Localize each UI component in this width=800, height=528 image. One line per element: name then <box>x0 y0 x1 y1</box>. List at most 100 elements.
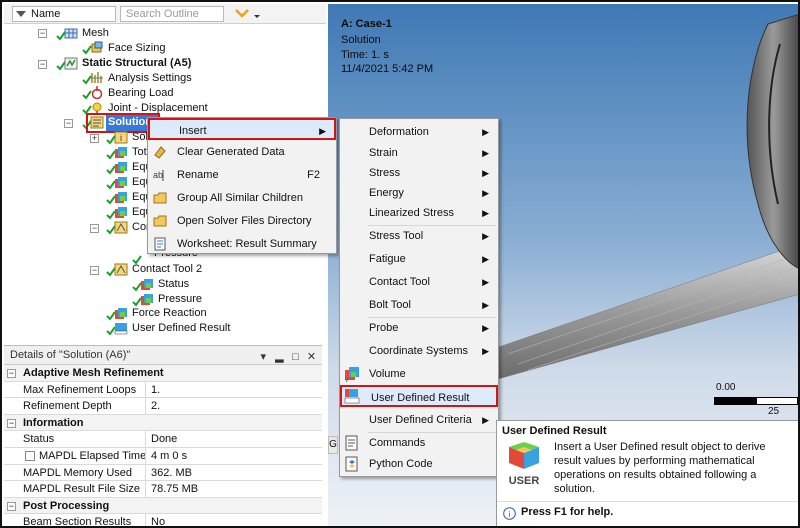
tree-node-contact-tool-2[interactable]: Contact Tool 2 <box>132 262 202 277</box>
submenu-arrow-icon: ▶ <box>482 346 489 356</box>
tooltip-user-defined-result: User Defined Result USER Insert a User D… <box>496 420 798 526</box>
contact-tool-icon <box>114 263 128 276</box>
property-row[interactable]: MAPDL Memory Used 362. MB <box>4 464 322 482</box>
collapse-section-icon[interactable]: − <box>7 501 16 511</box>
folder-icon <box>153 215 167 227</box>
hidden-tab-label[interactable]: G <box>328 436 338 454</box>
tree-node-pressure-2[interactable]: Pressure <box>158 292 202 307</box>
collapse-toggle-icon[interactable]: − <box>64 119 73 128</box>
tree-node-bearing-load[interactable]: Bearing Load <box>108 86 173 101</box>
property-value: 362. MB <box>151 466 192 479</box>
menu-item-rename[interactable]: ab Rename F2 <box>148 164 336 186</box>
collapse-toggle-icon[interactable]: − <box>90 266 99 275</box>
submenu-item-bolt-tool[interactable]: Bolt Tool ▶ <box>340 294 498 316</box>
property-row[interactable]: Beam Section Results No <box>4 514 322 526</box>
result-icon <box>141 279 153 290</box>
submenu-item-probe[interactable]: Probe ▶ <box>340 317 498 339</box>
volume-icon: V <box>345 367 359 382</box>
tree-node-force-reaction[interactable]: Force Reaction <box>132 306 207 321</box>
menu-item-label: Open Solver Files Directory <box>177 215 312 227</box>
submenu-item-label: Bolt Tool <box>369 299 411 311</box>
property-row[interactable]: Max Refinement Loops 1. <box>4 381 322 399</box>
property-label: Beam Section Results <box>20 514 146 526</box>
submenu-item-energy[interactable]: Energy ▶ <box>340 182 498 204</box>
section-header[interactable]: − Adaptive Mesh Refinement <box>4 365 322 382</box>
collapse-toggle-icon[interactable]: − <box>38 29 47 38</box>
name-filter-label: Name <box>31 8 61 20</box>
name-filter-dropdown[interactable]: Name <box>12 6 116 22</box>
property-row[interactable]: Refinement Depth 2. <box>4 398 322 415</box>
mesh-icon <box>64 28 78 39</box>
insert-submenu: Deformation ▶ Strain ▶ Stress ▶ Energy ▶ Lin… <box>339 118 499 477</box>
tooltip-icon-text: USER <box>509 475 540 487</box>
property-row[interactable]: MAPDL Result File Size 78.75 MB <box>4 481 322 498</box>
expand-toggle-icon[interactable]: + <box>90 134 99 143</box>
submenu-item-linearized-stress[interactable]: Linearized Stress ▶ <box>340 202 498 224</box>
section-header[interactable]: − Information <box>4 414 322 432</box>
collapse-toggle-icon[interactable]: − <box>38 60 47 69</box>
submenu-item-label: Deformation <box>369 126 429 138</box>
property-value[interactable]: No <box>147 514 322 526</box>
submenu-item-strain[interactable]: Strain ▶ <box>340 142 498 164</box>
search-outline-placeholder: Search Outline <box>126 8 199 20</box>
rename-icon: ab <box>153 170 164 181</box>
scale-start-label: 0.00 <box>716 382 736 393</box>
tree-node-status[interactable]: Status <box>158 277 189 292</box>
commands-icon <box>345 435 358 451</box>
menu-item-worksheet-result-summary[interactable]: Worksheet: Result Summary <box>148 233 336 255</box>
tree-toolbar: Name Search Outline <box>4 4 326 24</box>
tree-node-analysis-settings[interactable]: Analysis Settings <box>108 71 192 86</box>
submenu-item-stress[interactable]: Stress ▶ <box>340 162 498 184</box>
submenu-item-volume[interactable]: V Volume <box>340 363 498 385</box>
collapse-section-icon[interactable]: − <box>7 418 16 428</box>
scale-end-label: 25 <box>768 406 780 417</box>
submenu-item-python-code[interactable]: Python Code <box>340 453 498 475</box>
result-icon <box>115 177 127 188</box>
tree-node-label: Status <box>158 278 190 290</box>
submenu-arrow-icon: ▶ <box>482 415 489 425</box>
menu-item-open-solver-files-directory[interactable]: Open Solver Files Directory <box>148 210 336 232</box>
tooltip-divider <box>497 501 798 502</box>
property-value[interactable]: 2. <box>147 398 322 414</box>
tree-node-total-deformation[interactable]: Tot <box>132 145 147 160</box>
section-header[interactable]: − Post Processing <box>4 497 322 515</box>
collapse-section-icon[interactable]: − <box>7 369 16 378</box>
search-outline-input[interactable]: Search Outline <box>120 6 224 22</box>
tooltip-body: Insert a User Defined result object to d… <box>554 441 766 495</box>
submenu-item-stress-tool[interactable]: Stress Tool ▶ <box>340 225 498 247</box>
submenu-item-coordinate-systems[interactable]: Coordinate Systems ▶ <box>340 340 498 362</box>
tree-node-mesh[interactable]: Mesh <box>82 26 109 41</box>
submenu-arrow-icon: ▶ <box>482 188 489 198</box>
menu-item-label: Group All Similar Children <box>177 192 303 204</box>
solution-information-icon: i <box>114 131 128 144</box>
submenu-item-label: Linearized Stress <box>369 207 454 219</box>
tree-node-label: Static Structural (A5) <box>82 57 192 69</box>
submenu-item-fatigue[interactable]: Fatigue ▶ <box>340 248 498 270</box>
svg-text:i: i <box>509 510 511 519</box>
submenu-item-deformation[interactable]: Deformation ▶ <box>340 121 498 143</box>
details-title-bar: Details of "Solution (A6)" ▾ ▂ □ ✕ <box>4 346 322 365</box>
submenu-item-user-defined-result[interactable]: User Defined Result <box>340 385 498 407</box>
submenu-item-label: User Defined Result <box>371 392 470 404</box>
menu-item-label: Clear Generated Data <box>177 146 285 158</box>
details-title: Details of "Solution (A6)" <box>10 349 131 361</box>
user-defined-result-icon <box>114 323 128 335</box>
property-row[interactable]: MAPDL Elapsed Time 4 m 0 s <box>4 447 322 465</box>
property-label: MAPDL Elapsed Time <box>20 447 146 464</box>
svg-text:ab: ab <box>153 170 163 180</box>
submenu-item-commands[interactable]: Commands <box>340 432 498 454</box>
expand-chevron-icon[interactable] <box>232 6 262 22</box>
property-row[interactable]: Status Done <box>4 431 322 448</box>
menu-item-group-all-similar-children[interactable]: Group All Similar Children <box>148 187 336 209</box>
property-value[interactable]: 1. <box>147 382 322 398</box>
menu-item-clear-generated-data[interactable]: Clear Generated Data <box>148 141 336 163</box>
collapse-toggle-icon[interactable]: − <box>90 224 99 233</box>
tree-node-face-sizing[interactable]: Face Sizing <box>108 41 165 56</box>
tree-node-label: Pressure <box>158 293 203 305</box>
submenu-item-contact-tool[interactable]: Contact Tool ▶ <box>340 271 498 293</box>
worksheet-icon <box>154 237 166 251</box>
tree-node-user-defined-result[interactable]: User Defined Result <box>132 321 230 336</box>
submenu-item-user-defined-criteria[interactable]: User Defined Criteria ▶ <box>340 409 498 431</box>
menu-item-insert[interactable]: Insert ▶ <box>148 118 336 140</box>
tree-node-static-structural[interactable]: Static Structural (A5) <box>82 56 191 71</box>
